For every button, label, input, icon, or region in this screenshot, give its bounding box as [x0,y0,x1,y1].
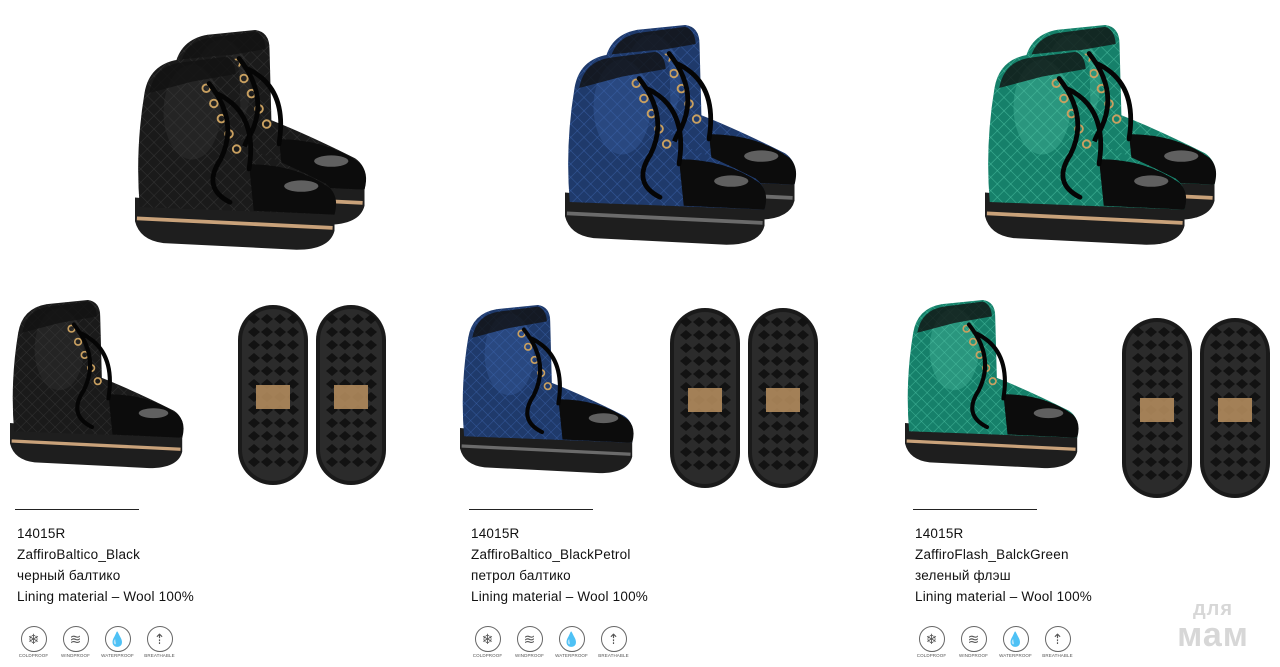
product-code: 14015R [915,526,964,541]
snowflake-icon: ❄ [474,626,501,652]
feature-icons: ❄ COLDPROOF ≋ WINDPROOF 💧 WATERPROOF ⇡ BREAT… [17,626,176,658]
water-drop-icon: 💧 [104,626,131,652]
feature-waterproof: 💧 WATERPROOF [999,626,1032,658]
feature-icons: ❄ COLDPROOF ≋ WINDPROOF 💧 WATERPROOF ⇡ BREAT… [471,626,630,658]
snowflake-icon: ❄ [918,626,945,652]
feature-windproof: ≋ WINDPROOF [957,626,990,658]
feature-waterproof: 💧 WATERPROOF [555,626,588,658]
wind-icon: ≋ [960,626,987,652]
snowflake-icon: ❄ [20,626,47,652]
product-color-name: зеленый флэш [915,568,1011,583]
feature-windproof: ≋ WINDPROOF [59,626,92,658]
feature-coldproof: ❄ COLDPROOF [17,626,50,658]
product-model: ZaffiroFlash_BalckGreen [915,547,1069,562]
wind-icon: ≋ [516,626,543,652]
product-code: 14015R [471,526,520,541]
feature-coldproof: ❄ COLDPROOF [471,626,504,658]
product-model: ZaffiroBaltico_Black [17,547,141,562]
divider-line [913,509,1037,510]
product-photo-3 [905,25,1270,498]
feature-coldproof: ❄ COLDPROOF [915,626,948,658]
feature-breathable: ⇡ BREATHABLE [143,626,176,658]
feature-breathable: ⇡ BREATHABLE [597,626,630,658]
product-model: ZaffiroBaltico_BlackPetrol [471,547,631,562]
product-color-name: петрол балтико [471,568,571,583]
product-lining: Lining material – Wool 100% [471,589,648,604]
product-lining: Lining material – Wool 100% [915,589,1092,604]
water-drop-icon: 💧 [558,626,585,652]
product-lining: Lining material – Wool 100% [17,589,194,604]
water-drop-icon: 💧 [1002,626,1029,652]
divider-line [469,509,593,510]
product-photo-2 [460,25,818,488]
feature-icons: ❄ COLDPROOF ≋ WINDPROOF 💧 WATERPROOF ⇡ BREAT… [915,626,1074,658]
feature-breathable: ⇡ BREATHABLE [1041,626,1074,658]
product-photo-1 [10,30,386,485]
feature-waterproof: 💧 WATERPROOF [101,626,134,658]
product-code: 14015R [17,526,66,541]
product-card-2: 14015R ZaffiroBaltico_BlackPetrol петрол… [440,0,870,667]
breathable-icon: ⇡ [1044,626,1071,652]
wind-icon: ≋ [62,626,89,652]
breathable-icon: ⇡ [146,626,173,652]
divider-line [15,509,139,510]
product-color-name: черный балтико [17,568,121,583]
product-card-1: 14015R ZaffiroBaltico_Black черный балти… [0,0,430,667]
breathable-icon: ⇡ [600,626,627,652]
product-card-3: 14015R ZaffiroFlash_BalckGreen зеленый ф… [850,0,1280,667]
watermark-logo: для мам [1177,598,1249,654]
feature-windproof: ≋ WINDPROOF [513,626,546,658]
